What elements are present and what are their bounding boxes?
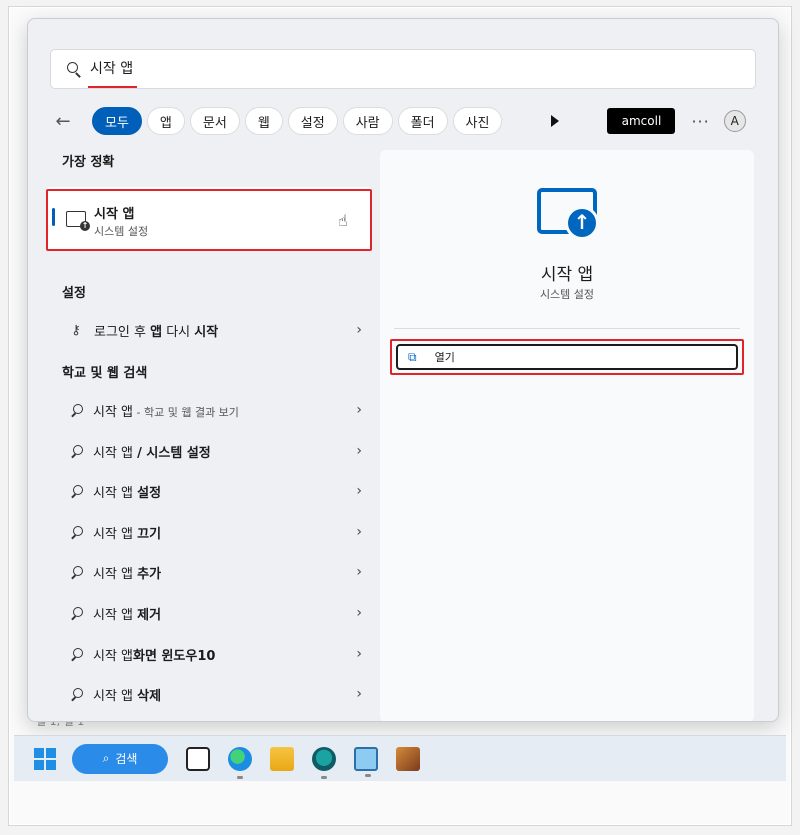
filter-chip-documents[interactable]: 문서 [189, 107, 240, 135]
filter-chip-people[interactable]: 사람 [342, 107, 393, 135]
web-result-label: 시작 앱 - 학교 및 웹 결과 보기 [93, 404, 239, 420]
more-filters-play-icon[interactable] [551, 115, 560, 127]
settings-result-item[interactable]: ⚷ 로그인 후 앱 다시 시작 › [46, 312, 372, 348]
search-icon [70, 403, 83, 417]
chevron-right-icon[interactable]: › [356, 443, 362, 459]
web-result-label: 시작 앱 / 시스템 설정 [93, 445, 211, 461]
search-icon [66, 61, 82, 77]
search-box[interactable]: 시작 앱 [50, 49, 756, 89]
filter-chip-photos[interactable]: 사진 [452, 107, 503, 135]
web-result-item[interactable]: 시작 앱 추가 › [46, 554, 372, 590]
upload-arrow-icon: ↑ [565, 206, 599, 240]
web-result-item[interactable]: 시작 앱 삭제 › [46, 676, 372, 712]
web-result-label: 시작 앱 삭제 [93, 688, 162, 704]
preview-pane: ↑ 시작 앱 시스템 설정 ⧉ 열기 [380, 150, 754, 721]
chevron-right-icon[interactable]: › [356, 483, 362, 499]
web-result-label: 시작 앱 제거 [93, 607, 162, 623]
edge-browser-icon[interactable] [228, 746, 252, 779]
web-result-label: 시작 앱 추가 [93, 566, 162, 582]
search-icon [70, 647, 83, 661]
taskbar-search-label: 검색 [115, 752, 138, 766]
web-result-label: 시작 앱 설정 [93, 485, 162, 501]
chevron-right-icon[interactable]: › [356, 524, 362, 540]
search-icon [70, 444, 83, 458]
web-search-heading: 학교 및 웹 검색 [62, 366, 148, 381]
account-chip[interactable]: amcoll [607, 108, 676, 134]
chevron-right-icon[interactable]: › [356, 564, 362, 580]
more-options-icon[interactable]: ··· [691, 112, 709, 131]
filter-chip-all[interactable]: 모두 [92, 107, 142, 135]
taskbar-search-button[interactable]: ⌕ 검색 [72, 743, 168, 774]
highlight-box-open [390, 339, 744, 375]
web-result-item[interactable]: 시작 앱 설정 › [46, 473, 372, 509]
key-icon: ⚷ [71, 322, 81, 338]
task-view-icon[interactable] [186, 746, 210, 771]
preview-title: 시작 앱 [540, 265, 594, 285]
web-result-item[interactable]: 시작 앱화면 윈도우10 › [46, 636, 372, 672]
start-search-window: 시작 앱 ← 모두 앱 문서 웹 설정 사람 폴더 사진 amcoll ··· … [27, 18, 779, 722]
chevron-right-icon[interactable]: › [356, 402, 362, 418]
web-result-label: 시작 앱 끄기 [93, 526, 162, 542]
file-explorer-icon[interactable] [270, 746, 294, 771]
divider [394, 328, 740, 329]
web-result-item[interactable]: 시작 앱 / 시스템 설정 › [46, 433, 372, 469]
search-input[interactable]: 시작 앱 [87, 58, 138, 88]
filter-chip-apps[interactable]: 앱 [146, 107, 185, 135]
chevron-right-icon[interactable]: › [356, 322, 362, 338]
filter-chip-web[interactable]: 웹 [244, 107, 283, 135]
preview-subtitle: 시스템 설정 [539, 288, 595, 301]
highlight-box-best-match [46, 189, 372, 251]
taskbar: ⌕ 검색 [14, 735, 786, 781]
search-icon [70, 606, 83, 620]
app-icon[interactable] [312, 746, 336, 779]
search-icon [70, 687, 83, 701]
results-list: 가장 정확 시작 앱 시스템 설정 ☝ 설정 ⚷ 로그인 후 앱 다시 시작 ›… [46, 151, 380, 704]
chevron-right-icon[interactable]: › [356, 646, 362, 662]
best-match-heading: 가장 정확 [62, 155, 115, 170]
web-result-item[interactable]: 시작 앱 끄기 › [46, 514, 372, 550]
search-icon [70, 525, 83, 539]
filter-row: ← 모두 앱 문서 웹 설정 사람 폴더 사진 amcoll ··· A [50, 105, 760, 137]
web-result-item[interactable]: 시작 앱 - 학교 및 웹 결과 보기 › [46, 392, 372, 428]
chevron-right-icon[interactable]: › [356, 686, 362, 702]
notepad-icon[interactable] [354, 746, 378, 777]
search-icon [70, 484, 83, 498]
search-icon [70, 565, 83, 579]
settings-heading: 설정 [62, 286, 86, 301]
back-arrow-icon[interactable]: ← [50, 108, 76, 134]
chevron-right-icon[interactable]: › [356, 605, 362, 621]
settings-result-label: 로그인 후 앱 다시 시작 [94, 324, 219, 340]
startup-apps-large-icon: ↑ [537, 188, 599, 240]
avatar[interactable]: A [723, 110, 746, 132]
windows-start-icon[interactable] [34, 747, 56, 770]
web-result-item[interactable]: 시작 앱 제거 › [46, 595, 372, 631]
filter-chip-settings[interactable]: 설정 [287, 107, 338, 135]
photos-icon[interactable] [396, 746, 420, 771]
web-result-label: 시작 앱화면 윈도우10 [93, 648, 216, 664]
filter-chip-folders[interactable]: 폴더 [397, 107, 448, 135]
search-icon: ⌕ [102, 751, 110, 765]
